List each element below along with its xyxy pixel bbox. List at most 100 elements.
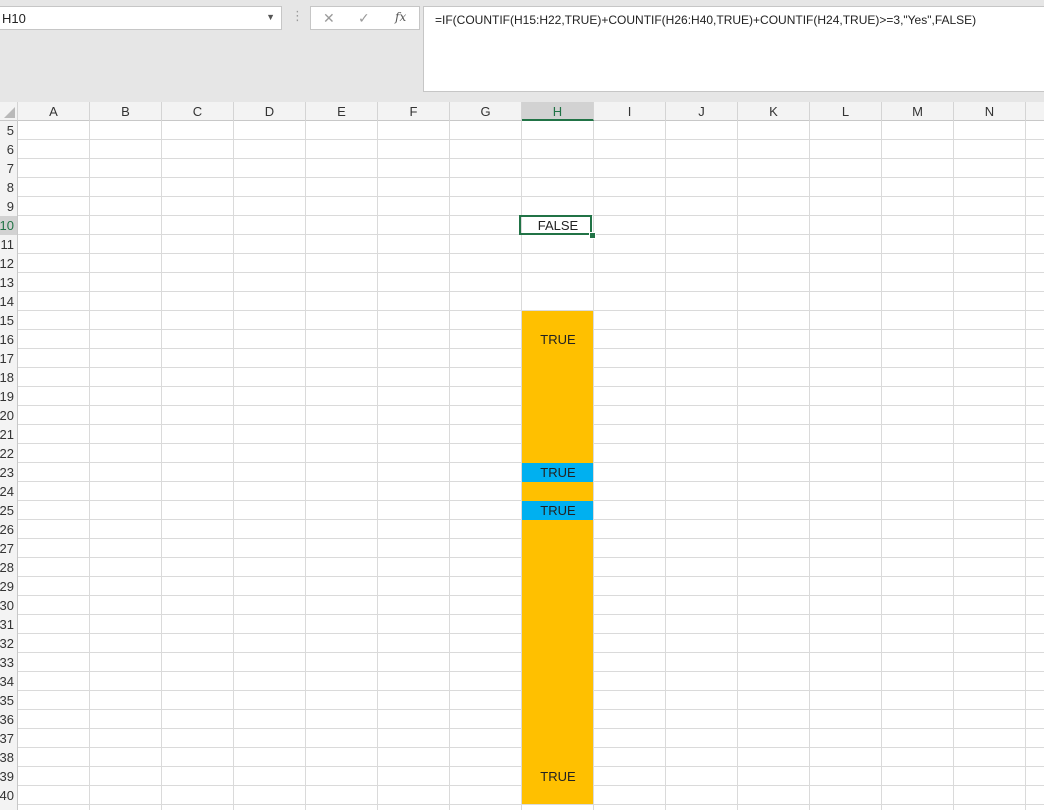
chevron-down-icon[interactable]: ▼ bbox=[266, 12, 275, 22]
column-header-g[interactable]: G bbox=[450, 102, 522, 121]
gridline-horizontal bbox=[18, 462, 522, 463]
active-cell-border[interactable] bbox=[519, 215, 592, 235]
row-header-21[interactable]: 21 bbox=[0, 425, 14, 444]
gridline-horizontal bbox=[594, 443, 1044, 444]
row-header-32[interactable]: 32 bbox=[0, 634, 14, 653]
row-header-16[interactable]: 16 bbox=[0, 330, 14, 349]
gridline-horizontal bbox=[594, 462, 1044, 463]
row-header-30[interactable]: 30 bbox=[0, 596, 14, 615]
row-header-19[interactable]: 19 bbox=[0, 387, 14, 406]
gridline-horizontal bbox=[18, 709, 522, 710]
insert-function-icon[interactable]: fx bbox=[395, 10, 406, 24]
row-header-10[interactable]: 10 bbox=[0, 216, 14, 235]
gridline-horizontal bbox=[18, 139, 1044, 140]
row-header-9[interactable]: 9 bbox=[0, 197, 14, 216]
row-header-17[interactable]: 17 bbox=[0, 349, 14, 368]
gridline-vertical bbox=[1025, 121, 1026, 810]
row-header-20[interactable]: 20 bbox=[0, 406, 14, 425]
row-header-22[interactable]: 22 bbox=[0, 444, 14, 463]
cell-h25[interactable]: TRUE bbox=[522, 501, 594, 520]
row-header-31[interactable]: 31 bbox=[0, 615, 14, 634]
row-header-12[interactable]: 12 bbox=[0, 254, 14, 273]
column-header-l[interactable]: L bbox=[810, 102, 882, 121]
row-header-14[interactable]: 14 bbox=[0, 292, 14, 311]
row-header-15[interactable]: 15 bbox=[0, 311, 14, 330]
gridline-horizontal bbox=[594, 500, 1044, 501]
gridline-horizontal bbox=[594, 728, 1044, 729]
row-header-35[interactable]: 35 bbox=[0, 691, 14, 710]
cell-h39[interactable]: TRUE bbox=[522, 767, 594, 786]
gridline-horizontal bbox=[594, 348, 1044, 349]
row-header-34[interactable]: 34 bbox=[0, 672, 14, 691]
gridline-vertical bbox=[953, 121, 954, 810]
gridline-horizontal bbox=[18, 576, 522, 577]
row-header-40[interactable]: 40 bbox=[0, 786, 14, 805]
column-header-k[interactable]: K bbox=[738, 102, 810, 121]
gridline-horizontal bbox=[18, 728, 522, 729]
gridline-horizontal bbox=[18, 291, 1044, 292]
row-header-38[interactable]: 38 bbox=[0, 748, 14, 767]
column-header-d[interactable]: D bbox=[234, 102, 306, 121]
gridline-horizontal bbox=[18, 766, 522, 767]
row-header-5[interactable]: 5 bbox=[0, 121, 14, 140]
row-header-23[interactable]: 23 bbox=[0, 463, 14, 482]
name-box-value: H10 bbox=[2, 11, 26, 26]
row-header-39[interactable]: 39 bbox=[0, 767, 14, 786]
gridline-horizontal bbox=[18, 196, 1044, 197]
cell-h16[interactable]: TRUE bbox=[522, 330, 594, 349]
row-header-8[interactable]: 8 bbox=[0, 178, 14, 197]
gridline-horizontal bbox=[594, 538, 1044, 539]
gridline-horizontal bbox=[18, 633, 522, 634]
column-header-f[interactable]: F bbox=[378, 102, 450, 121]
worksheet-grid[interactable]: FALSE TRUE TRUE TRUE TRUE bbox=[18, 121, 1044, 810]
gridline-vertical bbox=[377, 121, 378, 810]
column-header-i[interactable]: I bbox=[594, 102, 666, 121]
column-header-e[interactable]: E bbox=[306, 102, 378, 121]
row-header-11[interactable]: 11 bbox=[0, 235, 15, 254]
gridline-vertical bbox=[161, 121, 162, 810]
row-header-26[interactable]: 26 bbox=[0, 520, 14, 539]
gridline-horizontal bbox=[18, 177, 1044, 178]
cell-fill-orange bbox=[522, 520, 594, 805]
fill-handle[interactable] bbox=[589, 232, 596, 239]
column-header-n[interactable]: N bbox=[954, 102, 1026, 121]
gridline-horizontal bbox=[594, 785, 1044, 786]
column-header-a[interactable]: A bbox=[18, 102, 90, 121]
splitter-handle[interactable]: ⋮ bbox=[291, 9, 304, 22]
gridline-vertical bbox=[737, 121, 738, 810]
gridline-horizontal bbox=[18, 443, 522, 444]
cancel-icon[interactable]: ✕ bbox=[323, 10, 335, 27]
row-header-24[interactable]: 24 bbox=[0, 482, 14, 501]
select-all-button[interactable] bbox=[0, 102, 18, 121]
column-header-j[interactable]: J bbox=[666, 102, 738, 121]
column-header-m[interactable]: M bbox=[882, 102, 954, 121]
row-header-37[interactable]: 37 bbox=[0, 729, 14, 748]
row-header-13[interactable]: 13 bbox=[0, 273, 14, 292]
row-header-7[interactable]: 7 bbox=[0, 159, 14, 178]
cell-h23[interactable]: TRUE bbox=[522, 463, 594, 482]
row-header-27[interactable]: 27 bbox=[0, 539, 14, 558]
row-header-33[interactable]: 33 bbox=[0, 653, 14, 672]
column-headers: ABCDEFGHIJKLMN bbox=[18, 102, 1044, 121]
name-box[interactable]: H10 ▼ bbox=[0, 6, 282, 30]
formula-bar-area: H10 ▼ ⋮ ✕ ✓ fx =IF(COUNTIF(H15:H22,TRUE)… bbox=[0, 0, 1044, 102]
gridline-vertical bbox=[305, 121, 306, 810]
gridline-horizontal bbox=[18, 481, 522, 482]
gridline-horizontal bbox=[18, 614, 522, 615]
row-header-28[interactable]: 28 bbox=[0, 558, 14, 577]
column-header-h[interactable]: H bbox=[522, 102, 594, 121]
formula-input[interactable]: =IF(COUNTIF(H15:H22,TRUE)+COUNTIF(H26:H4… bbox=[423, 6, 1044, 92]
column-header-b[interactable]: B bbox=[90, 102, 162, 121]
row-header-36[interactable]: 36 bbox=[0, 710, 14, 729]
row-header-18[interactable]: 18 bbox=[0, 368, 14, 387]
column-header-c[interactable]: C bbox=[162, 102, 234, 121]
gridline-horizontal bbox=[18, 557, 522, 558]
row-header-29[interactable]: 29 bbox=[0, 577, 14, 596]
gridline-horizontal bbox=[594, 557, 1044, 558]
gridline-horizontal bbox=[18, 747, 522, 748]
enter-icon[interactable]: ✓ bbox=[358, 10, 370, 27]
gridline-horizontal bbox=[18, 272, 1044, 273]
row-header-6[interactable]: 6 bbox=[0, 140, 14, 159]
row-header-25[interactable]: 25 bbox=[0, 501, 14, 520]
gridline-vertical bbox=[89, 121, 90, 810]
